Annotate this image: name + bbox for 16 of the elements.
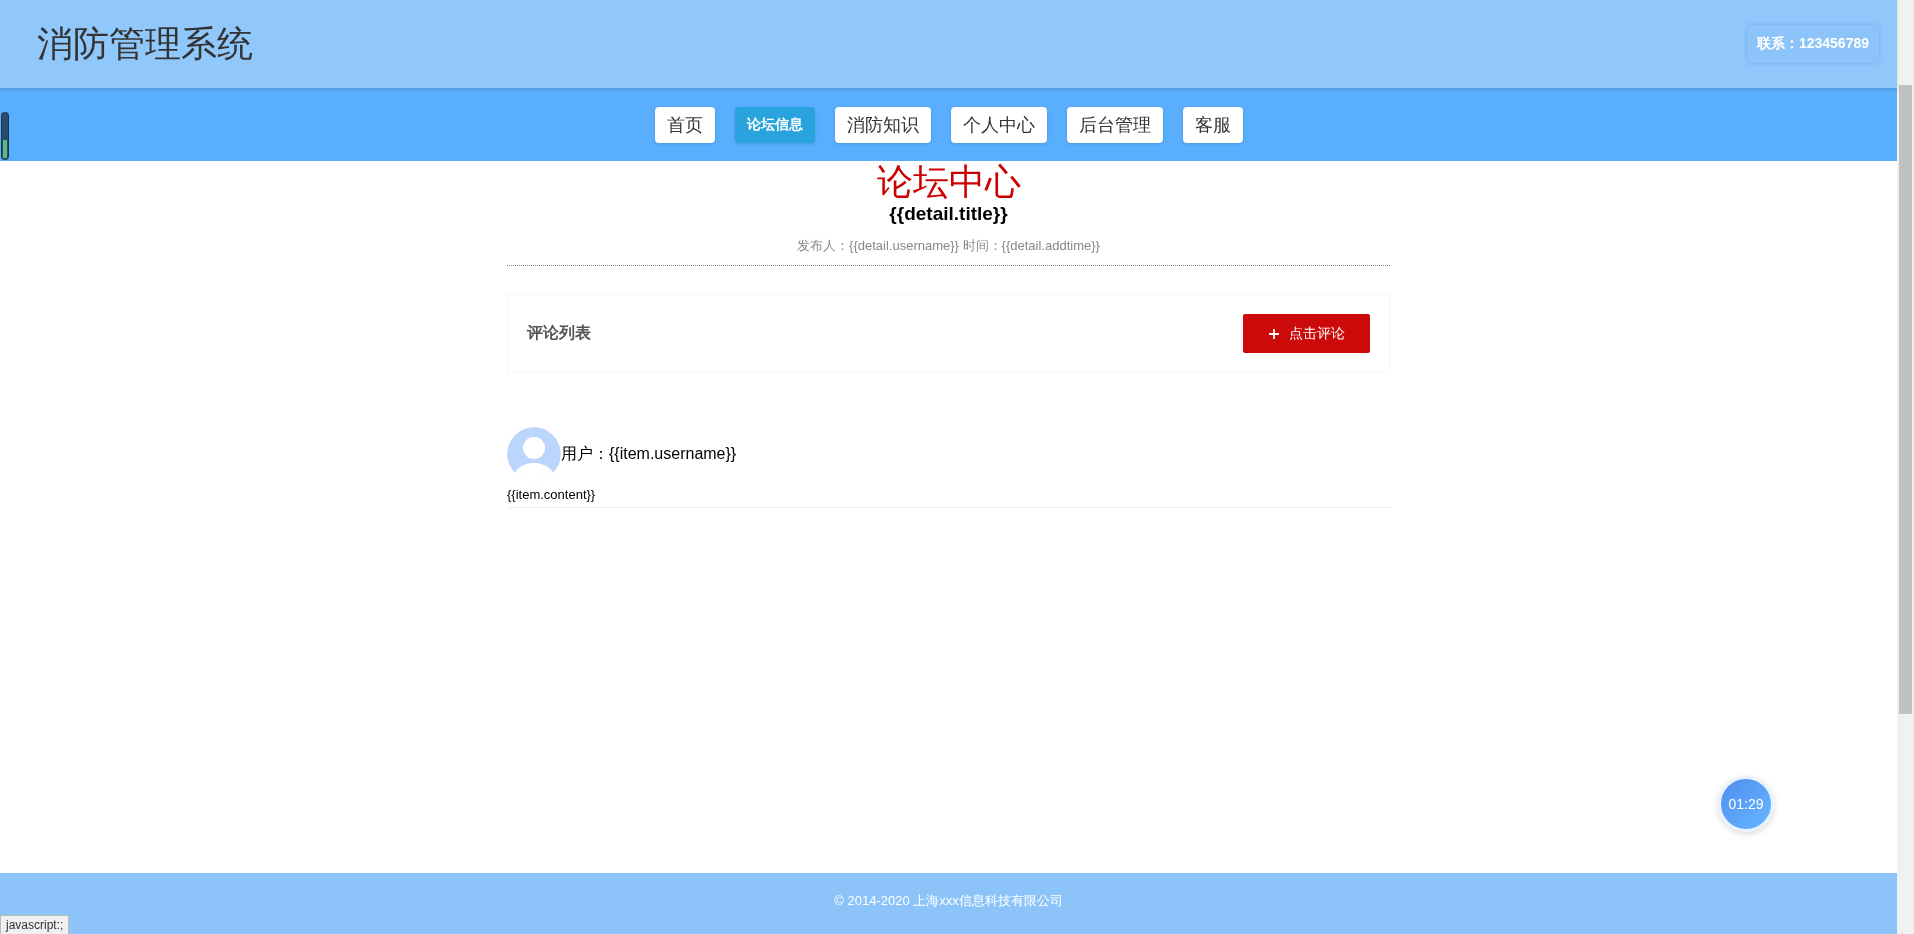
status-tooltip: javascript:; [0,915,70,934]
nav-tab[interactable]: 首页 [654,106,715,143]
nav-tab[interactable]: 客服 [1182,106,1243,143]
post-title: {{detail.title}} [888,203,1009,225]
page-heading: 论坛中心 [875,163,1022,201]
site-title: 消防管理系统 [37,21,253,66]
copyright-text: © 2014-2020 上海xxx信息科技有限公司 [834,891,1063,910]
contact-badge: 联系：123456789 [1746,25,1879,63]
nav-tab[interactable]: 个人中心 [950,106,1047,143]
post-meta: 发布人：{{detail.username}} 时间：{{detail.addtime}} [796,237,1101,255]
nav-tab[interactable]: 后台管理 [1066,106,1163,143]
nav-tab[interactable]: 消防知识 [834,106,931,143]
comment-content: {{item.content}} [507,487,597,502]
comment-button[interactable]: 点击评论 [1243,314,1370,353]
comment-heading: 评论列表 [527,323,591,343]
comment-username: 用户：{{item.username}} [561,443,737,464]
